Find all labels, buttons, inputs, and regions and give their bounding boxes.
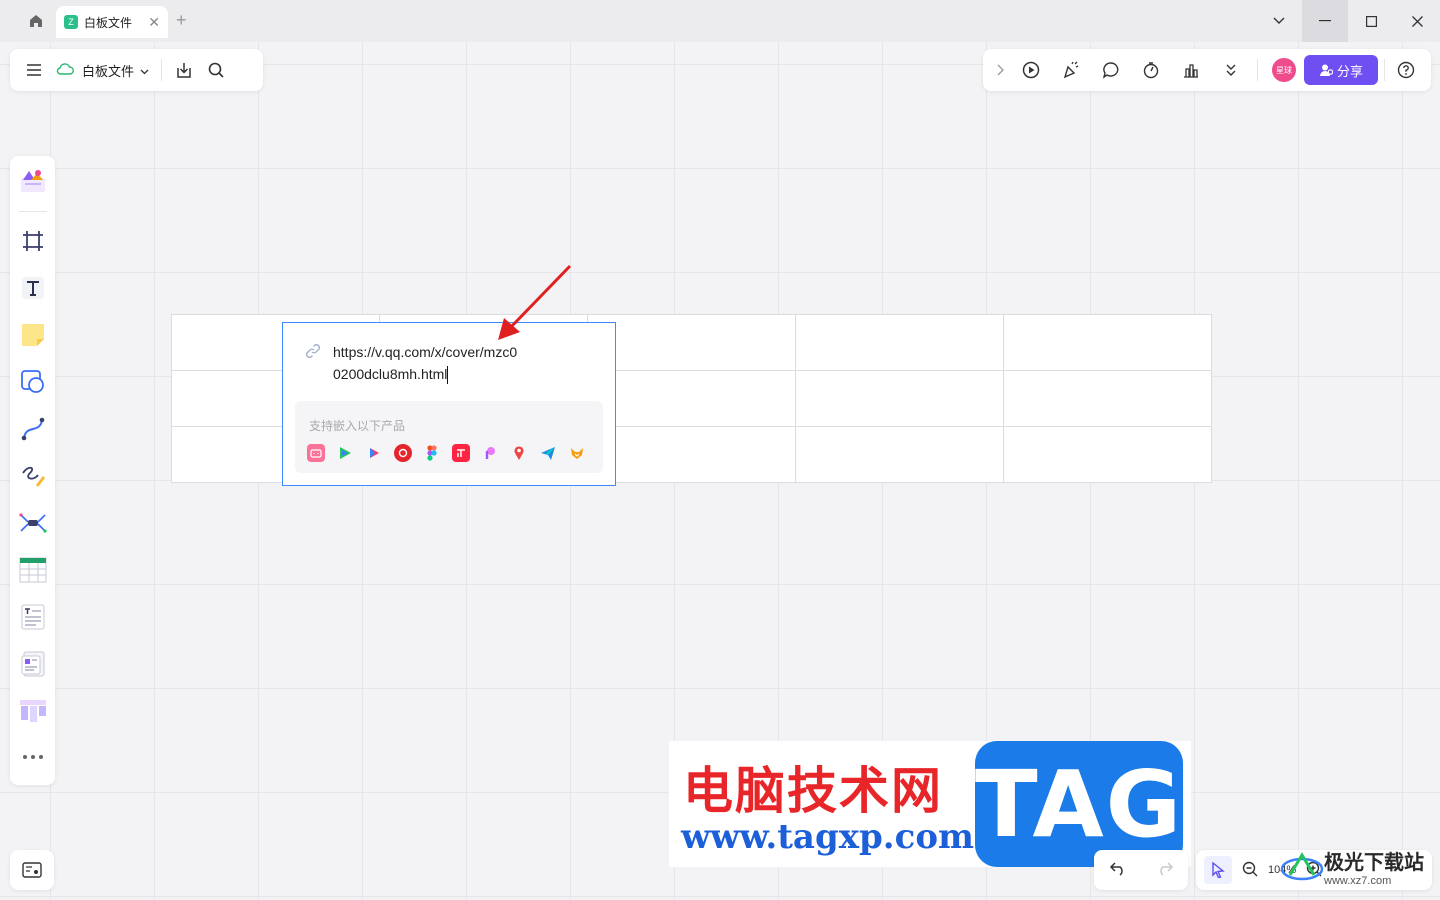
tab-list-chevron-icon[interactable] <box>1256 0 1302 42</box>
history-controls <box>1094 850 1188 890</box>
cloud-sync-icon <box>56 62 74 78</box>
link-icon <box>305 343 321 364</box>
text-caret <box>447 366 449 385</box>
tab-whiteboard[interactable]: Z 白板文件 ✕ <box>56 6 168 38</box>
table-cell[interactable] <box>587 370 796 427</box>
table-cell[interactable] <box>587 314 796 371</box>
chevron-down-icon <box>140 63 149 78</box>
file-name-label: 白板文件 <box>82 63 135 79</box>
more-chevrons-icon[interactable] <box>1211 54 1251 86</box>
menu-icon[interactable] <box>18 54 50 86</box>
table-cell[interactable] <box>795 426 1004 483</box>
close-window-button[interactable] <box>1394 0 1440 42</box>
collab-toolbar: 星球 分享 <box>983 49 1431 91</box>
feishu-icon[interactable] <box>539 444 557 462</box>
text-document-icon[interactable] <box>15 597 51 636</box>
add-user-icon <box>1319 64 1333 76</box>
minimap-icon <box>22 862 42 878</box>
logo-wm-en: www.xz7.com <box>1324 875 1392 887</box>
maximize-button[interactable] <box>1348 0 1394 42</box>
annotation-arrow-icon <box>498 264 572 340</box>
divider <box>1384 59 1385 81</box>
file-name-dropdown[interactable]: 白板文件 <box>50 61 155 80</box>
select-cursor-icon[interactable] <box>1204 856 1232 884</box>
fox-icon[interactable] <box>568 444 586 462</box>
collapse-chevron-icon[interactable] <box>989 54 1011 86</box>
youku-icon[interactable] <box>365 444 383 462</box>
tab-close-icon[interactable]: ✕ <box>148 14 160 31</box>
more-tools-icon[interactable] <box>15 738 51 777</box>
share-button[interactable]: 分享 <box>1304 55 1378 85</box>
search-icon[interactable] <box>200 54 232 86</box>
table-cell[interactable] <box>1003 370 1212 427</box>
supported-products-panel: 支持嵌入以下产品 <box>295 401 603 473</box>
site-watermark: 电脑技术网 www.tagxp.com TAG <box>669 741 1191 867</box>
undo-icon[interactable] <box>1109 860 1127 881</box>
title-bar: Z 白板文件 ✕ + <box>0 0 1440 42</box>
logo-wm-cn: 极光下载站 <box>1324 850 1424 874</box>
table-cell[interactable] <box>795 370 1004 427</box>
frame-tool-icon[interactable] <box>15 222 51 261</box>
mindmap-icon[interactable] <box>15 503 51 542</box>
figma-icon[interactable] <box>423 444 441 462</box>
url-value: https://v.qq.com/x/cover/mzc00200dclu8mh… <box>333 344 518 382</box>
aurora-logo-icon <box>1280 851 1324 880</box>
text-tool-icon[interactable] <box>15 269 51 308</box>
shape-tool-icon[interactable] <box>15 363 51 402</box>
download-icon[interactable] <box>168 54 200 86</box>
divider <box>161 59 163 81</box>
help-icon[interactable] <box>1391 54 1421 86</box>
divider <box>18 210 47 212</box>
app-logo-icon: Z <box>64 15 78 29</box>
vote-icon[interactable] <box>1171 54 1211 86</box>
table-cell[interactable] <box>587 426 796 483</box>
share-label: 分享 <box>1336 63 1363 79</box>
netease-music-icon[interactable] <box>394 444 412 462</box>
timer-icon[interactable] <box>1131 54 1171 86</box>
file-toolbar: 白板文件 <box>10 49 263 91</box>
watermark-url: www.tagxp.com <box>681 817 974 857</box>
left-tool-palette <box>10 156 55 785</box>
present-play-icon[interactable] <box>1011 54 1051 86</box>
products-label: 支持嵌入以下产品 <box>309 419 406 433</box>
table-tool-icon[interactable] <box>15 550 51 589</box>
processon-icon[interactable] <box>481 444 499 462</box>
table-cell[interactable] <box>1003 426 1212 483</box>
card-list-icon[interactable] <box>15 644 51 683</box>
home-icon[interactable] <box>16 0 56 42</box>
sticky-note-icon[interactable] <box>15 316 51 355</box>
tencent-video-icon[interactable] <box>336 444 354 462</box>
connector-line-icon[interactable] <box>15 410 51 449</box>
download-site-watermark: 极光下载站 www.xz7.com <box>1280 846 1424 887</box>
bilibili-icon[interactable] <box>307 444 325 462</box>
comment-icon[interactable] <box>1091 54 1131 86</box>
template-gallery-icon[interactable] <box>15 162 51 201</box>
celebrate-icon[interactable] <box>1051 54 1091 86</box>
watermark-cn-text: 电脑技术网 <box>683 761 943 820</box>
zoom-out-icon[interactable] <box>1242 861 1258 880</box>
xiaohongshu-icon[interactable] <box>452 444 470 462</box>
add-tab-button[interactable]: + <box>176 10 187 31</box>
url-input[interactable]: https://v.qq.com/x/cover/mzc00200dclu8mh… <box>333 341 523 385</box>
redo-icon[interactable] <box>1156 860 1174 881</box>
product-icon-row <box>307 444 586 462</box>
map-pin-icon[interactable] <box>510 444 528 462</box>
link-embed-popup[interactable]: https://v.qq.com/x/cover/mzc00200dclu8mh… <box>282 322 616 486</box>
tab-title: 白板文件 <box>84 15 133 30</box>
table-cell[interactable] <box>1003 314 1212 371</box>
minimap-button[interactable] <box>10 850 54 890</box>
watermark-tag-badge: TAG <box>975 741 1183 867</box>
divider <box>1257 59 1258 81</box>
kanban-icon[interactable] <box>15 691 51 730</box>
pen-tool-icon[interactable] <box>15 457 51 496</box>
avatar[interactable]: 星球 <box>1272 58 1296 82</box>
table-cell[interactable] <box>795 314 1004 371</box>
minimize-button[interactable] <box>1302 0 1348 42</box>
